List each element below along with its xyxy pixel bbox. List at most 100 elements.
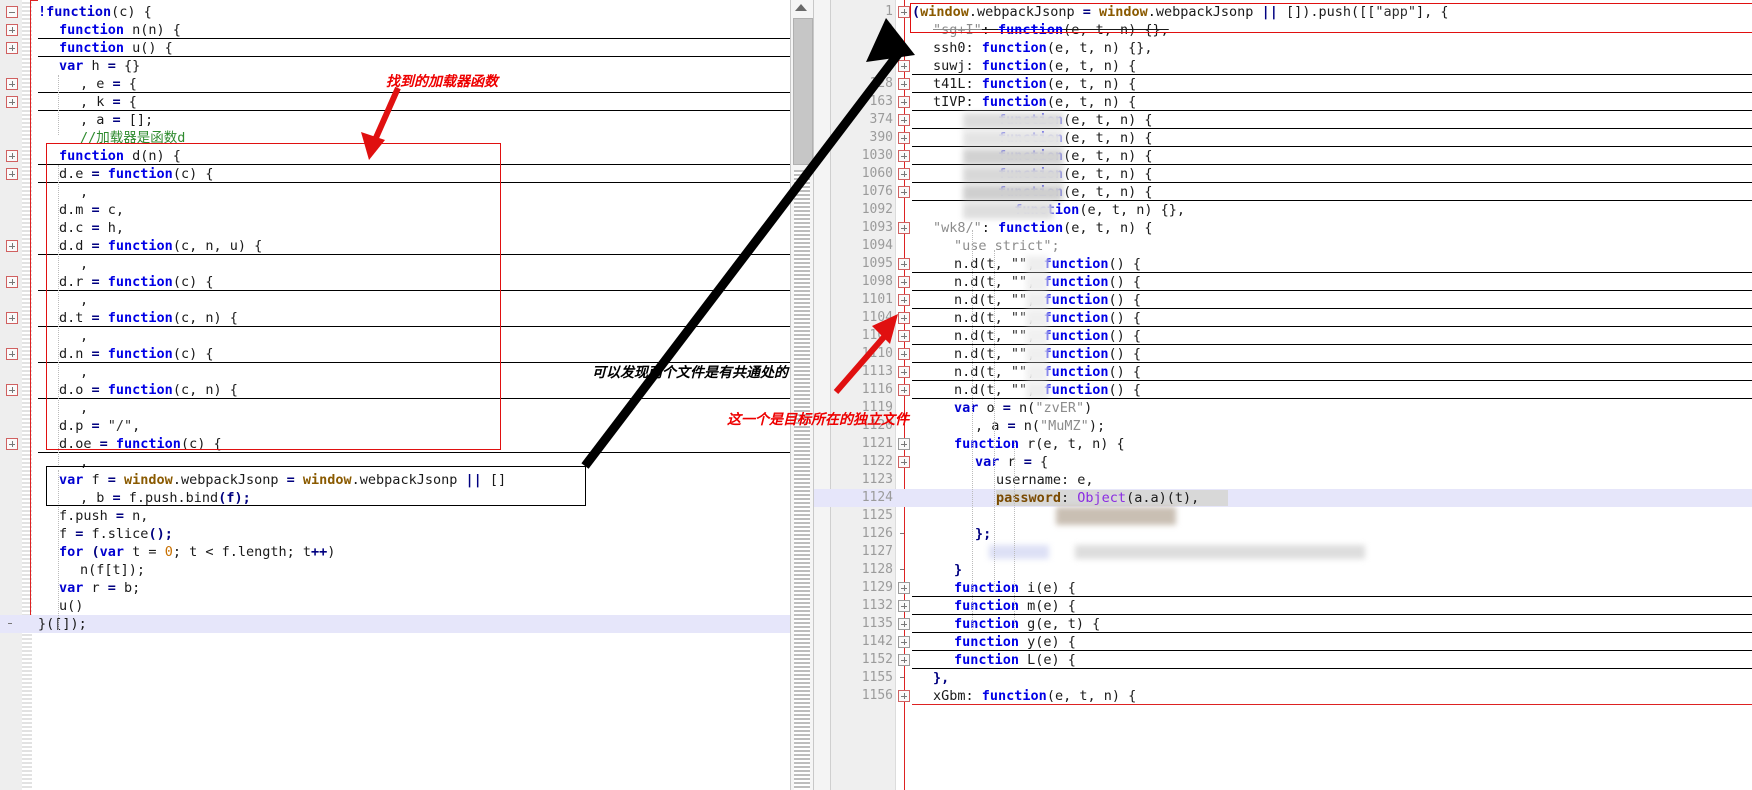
fold-toggle-icon[interactable] (898, 690, 910, 702)
fold-toggle-icon[interactable] (898, 222, 910, 234)
fold-toggle-icon[interactable] (898, 636, 910, 648)
code-line[interactable]: 1092 function(e, t, n) {}, (814, 201, 1752, 219)
fold-toggle-icon[interactable] (898, 438, 910, 450)
code-line[interactable]: 1122 var r = { (814, 453, 1752, 471)
fold-toggle-icon[interactable] (6, 78, 18, 90)
code-line[interactable]: , (0, 399, 790, 417)
fold-toggle-icon[interactable] (6, 276, 18, 288)
fold-toggle-icon[interactable] (898, 168, 910, 180)
code-line[interactable]: 3 ssh0: function(e, t, n) {}, (814, 39, 1752, 57)
fold-toggle-icon[interactable] (898, 312, 910, 324)
code-line[interactable]: 163 tIVP: function(e, t, n) { (814, 93, 1752, 111)
code-line[interactable]: , (0, 327, 790, 345)
fold-toggle-icon[interactable] (6, 438, 18, 450)
center-vertical-scrollbar[interactable] (790, 0, 814, 790)
fold-toggle-icon[interactable] (898, 132, 910, 144)
fold-toggle-icon[interactable] (6, 96, 18, 108)
code-line[interactable]: 1127 (814, 543, 1752, 561)
code-line[interactable]: , (0, 255, 790, 273)
code-line[interactable]: function d(n) { (0, 147, 790, 165)
code-line[interactable]: 1152 function L(e) { (814, 651, 1752, 669)
fold-toggle-icon[interactable] (6, 312, 18, 324)
code-line[interactable]: d.c = h, (0, 219, 790, 237)
code-line[interactable]: d.n = function(c) { (0, 345, 790, 363)
fold-toggle-icon[interactable] (898, 294, 910, 306)
code-line[interactable]: 2 "sg+I": function(e, t, n) {}, (814, 21, 1752, 39)
code-line[interactable]: 1095n.d(t, "", function() { (814, 255, 1752, 273)
code-line[interactable]: 1129 function i(e) { (814, 579, 1752, 597)
fold-toggle-icon[interactable] (898, 150, 910, 162)
code-line[interactable]: 1107n.d(t, "", function() { (814, 327, 1752, 345)
code-line[interactable]: d.m = c, (0, 201, 790, 219)
code-line[interactable]: d.oe = function(c) { (0, 435, 790, 453)
code-line[interactable]: 1113n.d(t, "", function() { (814, 363, 1752, 381)
code-line[interactable]: d.r = function(c) { (0, 273, 790, 291)
fold-toggle-icon[interactable] (898, 258, 910, 270)
fold-toggle-icon[interactable] (898, 456, 910, 468)
right-code-pane[interactable]: 1 (window.webpackJsonp = window.webpackJs… (814, 0, 1752, 790)
code-line[interactable]: 1 (window.webpackJsonp = window.webpackJs… (814, 3, 1752, 21)
code-line[interactable]: 1132 function m(e) { (814, 597, 1752, 615)
fold-toggle-icon[interactable] (6, 42, 18, 54)
right-code-lines[interactable]: 1 (window.webpackJsonp = window.webpackJs… (814, 0, 1752, 790)
vertical-scroll-thumb[interactable] (793, 18, 813, 165)
code-line[interactable]: d.e = function(c) { (0, 165, 790, 183)
code-line[interactable]: 1101n.d(t, "", function() { (814, 291, 1752, 309)
code-line[interactable]: , a = []; (0, 111, 790, 129)
fold-toggle-icon[interactable] (898, 654, 910, 666)
fold-toggle-icon[interactable] (898, 114, 910, 126)
code-line[interactable]: 1121 function r(e, t, n) { (814, 435, 1752, 453)
code-line[interactable]: 1125 (814, 507, 1752, 525)
left-code-pane[interactable]: !function(c) {function n(n) {function u(… (0, 0, 790, 790)
code-line[interactable]: 1128} (814, 561, 1752, 579)
code-line[interactable]: 1135 function g(e, t) { (814, 615, 1752, 633)
fold-toggle-icon[interactable] (6, 384, 18, 396)
code-line[interactable]: d.o = function(c, n) { (0, 381, 790, 399)
code-line[interactable]: f.push = n, (0, 507, 790, 525)
code-line[interactable]: 1126}; (814, 525, 1752, 543)
fold-toggle-icon[interactable] (898, 582, 910, 594)
code-line[interactable]: 1142 function y(e) { (814, 633, 1752, 651)
code-line[interactable]: 1076 function(e, t, n) { (814, 183, 1752, 201)
fold-toggle-icon[interactable] (898, 60, 910, 72)
code-line[interactable]: }([]); (0, 615, 790, 633)
code-line[interactable]: n(f[t]); (0, 561, 790, 579)
fold-toggle-icon[interactable] (898, 348, 910, 360)
code-line[interactable]: var r = b; (0, 579, 790, 597)
fold-toggle-icon[interactable] (898, 600, 910, 612)
code-line[interactable]: u() (0, 597, 790, 615)
code-line[interactable]: function u() { (0, 39, 790, 57)
code-line[interactable]: !function(c) { (0, 3, 790, 21)
code-line[interactable]: 1120, a = n("MuMZ"); (814, 417, 1752, 435)
code-line[interactable]: 1030 function(e, t, n) { (814, 147, 1752, 165)
fold-toggle-icon[interactable] (898, 528, 906, 540)
code-line[interactable]: 1093 "wk8/": function(e, t, n) { (814, 219, 1752, 237)
fold-toggle-icon[interactable] (6, 348, 18, 360)
fold-toggle-icon[interactable] (6, 168, 18, 180)
code-line[interactable]: 1060 function(e, t, n) { (814, 165, 1752, 183)
code-line[interactable]: 1094 "use strict"; (814, 237, 1752, 255)
code-line[interactable]: f = f.slice(); (0, 525, 790, 543)
fold-toggle-icon[interactable] (898, 366, 910, 378)
fold-toggle-icon[interactable] (898, 78, 910, 90)
code-line[interactable]: 1098n.d(t, "", function() { (814, 273, 1752, 291)
fold-toggle-icon[interactable] (6, 240, 18, 252)
code-line[interactable]: , (0, 183, 790, 201)
fold-toggle-icon[interactable] (898, 384, 910, 396)
fold-toggle-icon[interactable] (6, 6, 18, 18)
code-line[interactable]: d.p = "/", (0, 417, 790, 435)
code-line[interactable]: d.d = function(c, n, u) { (0, 237, 790, 255)
code-line[interactable]: 374 function(e, t, n) { (814, 111, 1752, 129)
fold-toggle-icon[interactable] (898, 330, 910, 342)
code-line[interactable]: 1155}, (814, 669, 1752, 687)
fold-toggle-icon[interactable] (898, 672, 906, 684)
chevron-up-icon[interactable] (795, 4, 807, 11)
fold-toggle-icon[interactable] (898, 276, 910, 288)
code-line[interactable]: 1119 var o = n("zvER") (814, 399, 1752, 417)
code-line[interactable]: , (0, 291, 790, 309)
code-line[interactable]: //加载器是函数d (0, 129, 790, 147)
fold-toggle-icon[interactable] (898, 186, 910, 198)
code-line[interactable]: function n(n) { (0, 21, 790, 39)
fold-toggle-icon[interactable] (6, 618, 14, 630)
code-line[interactable]: 128 t41L: function(e, t, n) { (814, 75, 1752, 93)
